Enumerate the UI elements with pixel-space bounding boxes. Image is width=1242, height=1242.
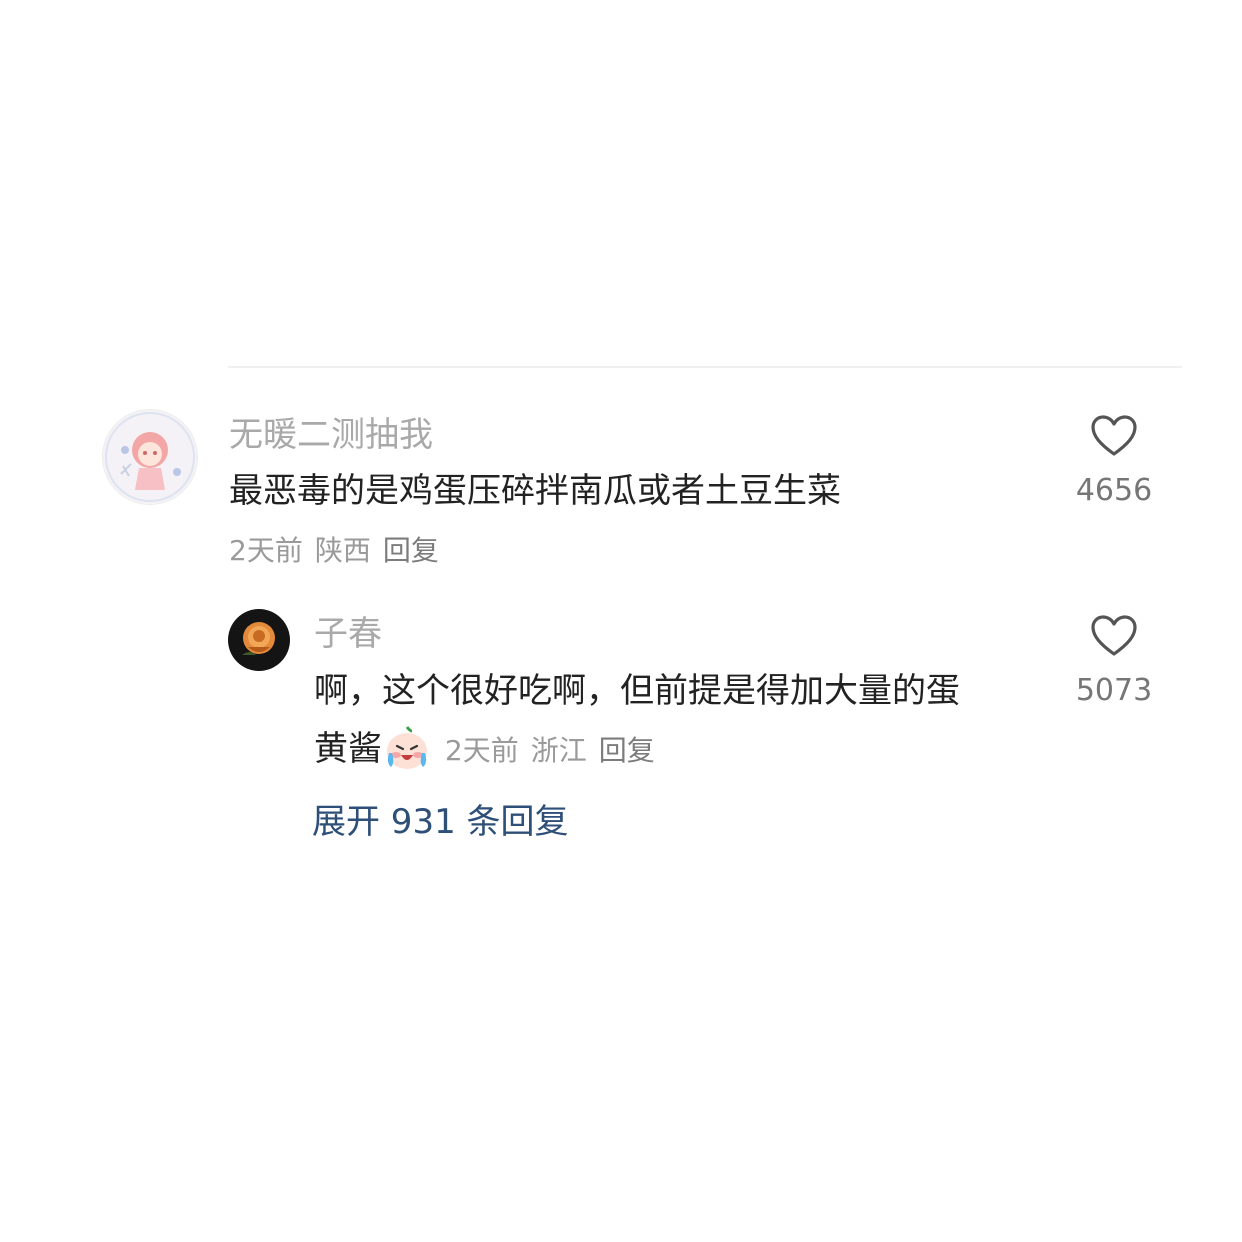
expand-replies-button[interactable]: 展开 931 条回复 (312, 800, 569, 844)
reply-avatar[interactable] (228, 609, 290, 671)
anime-girl-avatar-icon (103, 410, 197, 504)
reply-username[interactable]: 子春 (314, 614, 382, 654)
comment-username[interactable]: 无暖二测抽我 (229, 415, 433, 455)
reply-text-line1: 啊，这个很好吃啊，但前提是得加大量的蛋 (314, 671, 960, 711)
reply-reply-button[interactable]: 回复 (599, 734, 655, 767)
reply-text-line2: 黄酱 (314, 729, 382, 769)
like-count: 4656 (1075, 473, 1153, 508)
reply-like-count: 5073 (1075, 673, 1153, 708)
heart-icon[interactable] (1090, 614, 1138, 658)
reply-location: 浙江 (530, 734, 587, 767)
rose-avatar-icon (228, 609, 290, 671)
reply-time: 2天前 (444, 734, 519, 767)
comment-text: 最恶毒的是鸡蛋压碎拌南瓜或者土豆生菜 (229, 471, 841, 511)
heart-icon[interactable] (1090, 414, 1138, 458)
comment-divider (228, 366, 1182, 368)
reply-text-line2-row: 黄酱 2天前 浙江 回复 (314, 725, 667, 772)
comment-meta: 2天前 陕西 回复 (229, 533, 451, 569)
comment-location: 陕西 (314, 534, 371, 567)
reply-button[interactable]: 回复 (383, 534, 439, 567)
avatar[interactable] (102, 409, 198, 505)
comment-time: 2天前 (229, 534, 303, 567)
crying-laughing-emoji-icon (387, 725, 427, 769)
